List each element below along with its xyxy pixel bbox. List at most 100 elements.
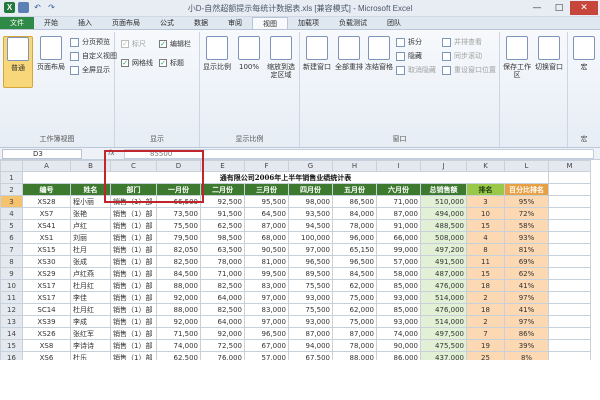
table-cell[interactable]: 93,000 [288, 315, 333, 328]
table-cell[interactable]: 25 [466, 351, 505, 360]
table-cell[interactable]: 81,000 [244, 255, 289, 268]
table-cell[interactable]: 84,500 [156, 267, 201, 280]
table-cell[interactable]: 2 [466, 291, 505, 304]
row-header[interactable]: 3 [0, 195, 23, 208]
table-cell[interactable]: 64,000 [200, 291, 245, 304]
table-cell[interactable]: 100,000 [288, 231, 333, 244]
normal-view-button[interactable]: 普通 [3, 36, 33, 88]
sheet-title[interactable]: 通有限公司2006年上半年销售业绩统计表 [22, 171, 549, 184]
column-header[interactable]: E [200, 160, 245, 172]
table-cell[interactable]: 82,500 [200, 279, 245, 292]
table-cell[interactable]: 491,500 [420, 255, 467, 268]
new-window-button[interactable]: 新建窗口 [302, 36, 332, 88]
table-cell[interactable]: 95,500 [244, 195, 289, 208]
table-cell[interactable]: 10 [466, 207, 505, 220]
tab-page-layout[interactable]: 页面布局 [102, 17, 150, 29]
header-cell[interactable]: 四月份 [288, 183, 333, 196]
table-cell[interactable]: 508,000 [420, 231, 467, 244]
table-cell[interactable]: 86,500 [332, 195, 377, 208]
table-cell[interactable]: 62,000 [332, 303, 377, 316]
row-header[interactable]: 2 [0, 183, 23, 196]
table-cell[interactable] [548, 327, 591, 340]
gridlines-checkbox[interactable]: ✓ 网格线 [121, 57, 153, 69]
table-cell[interactable]: 78,000 [332, 339, 377, 352]
tab-home[interactable]: 开始 [34, 17, 68, 29]
table-cell[interactable]: 88,000 [156, 303, 201, 316]
table-cell[interactable]: 514,000 [420, 291, 467, 304]
table-cell[interactable]: 58% [504, 219, 549, 232]
table-cell[interactable]: 62,500 [156, 351, 201, 360]
table-cell[interactable]: 销售（1）部 [110, 339, 157, 352]
table-cell[interactable] [548, 171, 591, 184]
row-header[interactable]: 8 [0, 255, 23, 268]
tab-load-test[interactable]: 负载测试 [329, 17, 377, 29]
table-cell[interactable] [548, 315, 591, 328]
zoom-button[interactable]: 显示比例 [202, 36, 232, 88]
table-cell[interactable]: 87,000 [288, 327, 333, 340]
table-cell[interactable]: XS29 [22, 267, 71, 280]
table-cell[interactable]: 92,000 [156, 315, 201, 328]
column-header[interactable]: J [420, 160, 467, 172]
table-cell[interactable]: 65,150 [332, 243, 377, 256]
switch-windows-button[interactable]: 切换窗口 [534, 36, 564, 88]
select-all-corner[interactable] [0, 160, 23, 172]
table-cell[interactable]: 88,000 [332, 351, 377, 360]
tab-view[interactable]: 视图 [252, 17, 288, 29]
page-break-preview-button[interactable]: 分页预览 [70, 36, 110, 48]
table-cell[interactable]: 67,500 [288, 351, 333, 360]
tab-insert[interactable]: 插入 [68, 17, 102, 29]
table-cell[interactable]: 15 [466, 267, 505, 280]
table-cell[interactable] [548, 207, 591, 220]
table-cell[interactable]: 73,500 [156, 207, 201, 220]
table-cell[interactable]: 75,500 [288, 279, 333, 292]
table-cell[interactable]: 7 [466, 327, 505, 340]
table-cell[interactable]: 78,000 [332, 219, 377, 232]
zoom-to-selection-button[interactable]: 缩放到选定区域 [266, 36, 296, 88]
table-cell[interactable]: 杜月 [70, 243, 111, 256]
table-cell[interactable]: 95% [504, 195, 549, 208]
row-header[interactable]: 4 [0, 207, 23, 220]
table-cell[interactable]: 92,500 [200, 195, 245, 208]
table-cell[interactable]: 67,000 [244, 339, 289, 352]
table-cell[interactable]: 93,000 [376, 291, 421, 304]
table-cell[interactable]: 93% [504, 231, 549, 244]
header-cell[interactable]: 百分比排名 [504, 183, 549, 196]
table-cell[interactable]: 83,000 [244, 279, 289, 292]
table-cell[interactable]: XS6 [22, 351, 71, 360]
table-cell[interactable]: XS17 [22, 279, 71, 292]
table-cell[interactable]: 476,000 [420, 279, 467, 292]
table-cell[interactable]: 63,500 [200, 243, 245, 256]
table-cell[interactable]: 76,000 [200, 351, 245, 360]
table-cell[interactable]: 96,000 [332, 231, 377, 244]
row-header[interactable]: 9 [0, 267, 23, 280]
table-cell[interactable]: 62,000 [332, 279, 377, 292]
table-cell[interactable]: 475,500 [420, 339, 467, 352]
row-header[interactable]: 14 [0, 327, 23, 340]
table-cell[interactable]: 97% [504, 315, 549, 328]
table-cell[interactable] [548, 195, 591, 208]
table-cell[interactable] [548, 351, 591, 360]
table-cell[interactable]: 87,000 [332, 327, 377, 340]
table-cell[interactable]: 86% [504, 327, 549, 340]
table-cell[interactable]: 93,500 [288, 207, 333, 220]
ruler-checkbox[interactable]: ✓ 标尺 [121, 38, 146, 50]
table-cell[interactable]: 66,000 [376, 231, 421, 244]
name-box[interactable]: D3 [2, 149, 82, 159]
table-cell[interactable]: 78,000 [200, 255, 245, 268]
view-side-by-side-button[interactable]: 并排查看 [442, 36, 482, 48]
table-cell[interactable]: 李成 [70, 315, 111, 328]
table-cell[interactable] [548, 267, 591, 280]
arrange-all-button[interactable]: 全部重排 [334, 36, 364, 88]
tab-team[interactable]: 团队 [377, 17, 411, 29]
table-cell[interactable]: XS17 [22, 291, 71, 304]
table-cell[interactable]: 71,500 [156, 327, 201, 340]
table-cell[interactable]: XS39 [22, 315, 71, 328]
table-cell[interactable]: 497,200 [420, 243, 467, 256]
fx-icon[interactable]: fx [108, 149, 115, 157]
table-cell[interactable]: 18 [466, 303, 505, 316]
row-header[interactable]: 7 [0, 243, 23, 256]
table-cell[interactable]: 88,000 [156, 279, 201, 292]
table-cell[interactable]: 销售（1）部 [110, 231, 157, 244]
formula-input[interactable]: 85500 [124, 149, 594, 159]
minimize-button[interactable]: — [526, 1, 548, 15]
